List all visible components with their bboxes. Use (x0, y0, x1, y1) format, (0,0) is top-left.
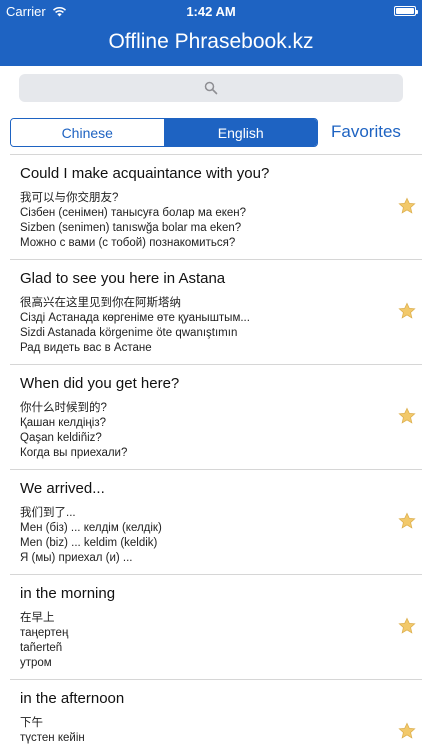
phrase-row[interactable]: Glad to see you here in Astana 很高兴在这里见到你… (10, 260, 422, 365)
translation-kazakh-cyrillic: Қашан келдіңіз? (20, 417, 106, 429)
segment-chinese[interactable]: Chinese (11, 119, 164, 146)
translation-kazakh-latin: tañerteñ (20, 642, 63, 654)
phrase-title: Could I make acquaintance with you? (20, 165, 270, 182)
phrase-title: Glad to see you here in Astana (20, 270, 226, 287)
star-icon[interactable] (398, 722, 416, 740)
phrase-row[interactable]: in the afternoon 下午 түстен кейін (10, 680, 422, 750)
translation-chinese: 很高兴在这里见到你在阿斯塔纳 (20, 297, 181, 309)
phrase-title: in the afternoon (20, 690, 125, 707)
language-segmented-control: Chinese English (10, 118, 318, 147)
translation-russian: Рад видеть вас в Астане (20, 342, 152, 354)
battery-icon (394, 6, 418, 16)
translation-kazakh-latin: Men (biz) ... keldim (keldik) (20, 537, 158, 549)
phrase-list[interactable]: Could I make acquaintance with you? 我可以与… (0, 154, 422, 750)
translation-chinese: 在早上 (20, 612, 55, 624)
translation-kazakh-cyrillic: түстен кейін (20, 732, 85, 744)
page-title: Offline Phrasebook.kz (108, 30, 314, 53)
translation-kazakh-cyrillic: таңертең (20, 627, 69, 639)
translation-russian: утром (20, 657, 52, 669)
translation-chinese: 你什么时候到的? (20, 402, 107, 414)
clock: 1:42 AM (186, 4, 236, 19)
translation-russian: Можно с вами (с тобой) познакомиться? (20, 237, 236, 249)
translation-kazakh-latin: Sizben (senimen) tanıswğa bolar ma eken? (20, 222, 242, 234)
star-icon[interactable] (398, 407, 416, 425)
star-icon[interactable] (398, 197, 416, 215)
star-icon[interactable] (398, 617, 416, 635)
translation-kazakh-latin: Sizdi Astanada körgenime öte qwanıştımın (20, 327, 238, 339)
search-field[interactable] (19, 74, 407, 104)
phrase-row[interactable]: When did you get here? 你什么时候到的? Қашан ке… (10, 365, 422, 470)
favorites-button[interactable]: Favorites (331, 122, 401, 142)
phrase-title: When did you get here? (20, 375, 180, 392)
translation-chinese: 下午 (20, 717, 43, 729)
phrase-title: We arrived... (20, 480, 105, 497)
search-input[interactable] (19, 74, 407, 104)
translation-kazakh-cyrillic: Мен (біз) ... келдім (келдік) (20, 522, 162, 534)
status-bar: Carrier 1:42 AM (0, 0, 422, 22)
phrase-title: in the morning (20, 585, 116, 602)
phrase-row[interactable]: Could I make acquaintance with you? 我可以与… (10, 155, 422, 260)
star-icon[interactable] (398, 302, 416, 320)
translation-kazakh-cyrillic: Сізді Астанада көргеніме өте қуаныштым..… (20, 312, 250, 324)
language-filter-row: Chinese English Favorites (0, 110, 422, 154)
search-bar (0, 66, 422, 110)
translation-russian: Я (мы) приехал (и) ... (20, 552, 133, 564)
star-icon[interactable] (398, 512, 416, 530)
translation-chinese: 我们到了... (20, 507, 76, 519)
nav-bar: Carrier 1:42 AM Offline Phrasebook.kz (0, 0, 422, 66)
phrase-row[interactable]: We arrived... 我们到了... Мен (біз) ... келд… (10, 470, 422, 575)
translation-kazakh-latin: Qaşan keldiñiz? (20, 432, 102, 444)
translation-russian: Когда вы приехали? (20, 447, 128, 459)
phrase-row[interactable]: in the morning 在早上 таңертең tañerteñ утр… (10, 575, 422, 680)
segment-english[interactable]: English (163, 119, 317, 146)
translation-chinese: 我可以与你交朋友? (20, 192, 119, 204)
translation-kazakh-cyrillic: Сізбен (сенімен) танысуға болар ма екен? (20, 207, 247, 219)
